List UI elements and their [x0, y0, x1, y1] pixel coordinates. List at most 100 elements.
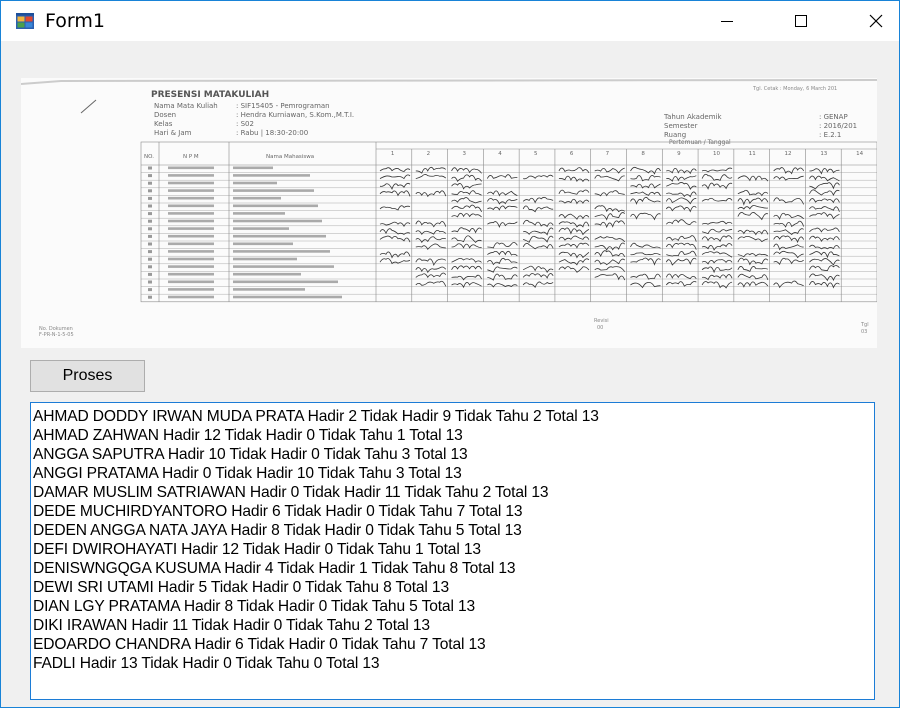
- npm-smudge: [168, 174, 214, 177]
- npm-smudge: [168, 280, 214, 284]
- row-number-smudge: [148, 212, 152, 216]
- meeting-number: 1: [391, 151, 395, 157]
- npm-smudge: [168, 196, 214, 200]
- info-value: : GENAP: [819, 113, 848, 121]
- name-smudge: [233, 257, 297, 261]
- footer-doc-value: F-PR-N-1-5-05: [39, 332, 74, 338]
- result-textbox[interactable]: AHMAD DODDY IRWAN MUDA PRATA Hadir 2 Tid…: [30, 402, 875, 700]
- name-smudge: [233, 265, 334, 268]
- name-smudge: [233, 204, 318, 208]
- name-smudge: [233, 166, 273, 170]
- col-no-header: NO.: [144, 154, 154, 160]
- npm-smudge: [168, 272, 214, 276]
- footer-date-label: Tgl: [860, 322, 869, 328]
- npm-smudge: [168, 181, 214, 185]
- sheet-heading: PRESENSI MATAKULIAH: [151, 90, 269, 100]
- npm-smudge: [168, 212, 214, 215]
- attendance-sheet-scan: PRESENSI MATAKULIAH Nama Mata Kuliah Dos…: [21, 78, 877, 348]
- attendance-sheet-image: PRESENSI MATAKULIAH Nama Mata Kuliah Dos…: [21, 78, 877, 348]
- info-value: : Hendra Kurniawan, S.Kom.,M.T.I.: [236, 111, 354, 119]
- row-number-smudge: [148, 265, 152, 269]
- proses-button[interactable]: Proses: [30, 360, 145, 392]
- npm-smudge: [168, 288, 214, 291]
- info-label: Semester: [664, 122, 698, 130]
- result-line: DEDEN ANGGA NATA JAYA Hadir 8 Tidak Hadi…: [33, 522, 522, 539]
- window-title: Form1: [45, 10, 105, 32]
- result-line: DIAN LGY PRATAMA Hadir 8 Tidak Hadir 0 T…: [33, 598, 475, 615]
- npm-smudge: [168, 295, 214, 299]
- minimize-button[interactable]: [704, 1, 750, 41]
- npm-smudge: [168, 166, 214, 170]
- name-smudge: [233, 189, 314, 192]
- row-number-smudge: [148, 204, 152, 208]
- info-value: : SIF15405 - Pemrograman: [236, 102, 330, 110]
- col-npm-header: N P M: [183, 154, 199, 160]
- info-value: : E.2.1: [819, 131, 841, 139]
- npm-smudge: [168, 227, 214, 230]
- row-number-smudge: [148, 196, 152, 200]
- row-number-smudge: [148, 250, 152, 254]
- name-smudge: [233, 250, 330, 253]
- meeting-number: 10: [713, 151, 720, 157]
- maximize-icon: [795, 15, 807, 27]
- meeting-number: 9: [677, 151, 681, 157]
- meeting-number: 5: [534, 151, 538, 157]
- footer-date-value: 03: [861, 329, 867, 335]
- title-bar[interactable]: Form1: [1, 1, 899, 41]
- result-line: FADLI Hadir 13 Tidak Hadir 0 Tidak Tahu …: [33, 655, 380, 672]
- npm-smudge: [168, 234, 214, 238]
- name-smudge: [233, 234, 326, 238]
- row-number-smudge: [148, 166, 152, 170]
- result-line: DIKI IRAWAN Hadir 11 Tidak Hadir 0 Tidak…: [33, 617, 430, 634]
- result-line: DENISWNGQGA KUSUMA Hadir 4 Tidak Hadir 1…: [33, 560, 516, 577]
- info-label: Tahun Akademik: [663, 113, 722, 121]
- name-smudge: [233, 288, 305, 291]
- result-line: AHMAD ZAHWAN Hadir 12 Tidak Hadir 0 Tida…: [33, 427, 463, 444]
- result-line: DEFI DWIROHAYATI Hadir 12 Tidak Hadir 0 …: [33, 541, 481, 558]
- close-icon: [869, 14, 883, 28]
- info-value: : 2016/201: [819, 122, 857, 130]
- maximize-button[interactable]: [778, 1, 824, 41]
- row-number-smudge: [148, 219, 152, 223]
- meeting-number: 11: [749, 151, 756, 157]
- col-name-header: Nama Mahasiswa: [266, 154, 314, 160]
- npm-smudge: [168, 257, 214, 261]
- result-line: ANGGI PRATAMA Hadir 0 Tidak Hadir 10 Tid…: [33, 465, 462, 482]
- name-smudge: [233, 272, 301, 276]
- name-smudge: [233, 174, 310, 177]
- name-smudge: [233, 196, 281, 200]
- row-number-smudge: [148, 280, 152, 284]
- meeting-number: 6: [570, 151, 574, 157]
- info-value: : Rabu | 18:30-20:00: [236, 129, 308, 137]
- meeting-number: 13: [820, 151, 827, 157]
- row-number-smudge: [148, 295, 152, 299]
- row-number-smudge: [148, 272, 152, 276]
- row-number-smudge: [148, 242, 152, 246]
- name-smudge: [233, 219, 322, 223]
- row-number-smudge: [148, 227, 152, 231]
- info-label: Dosen: [154, 111, 176, 119]
- npm-smudge: [168, 265, 214, 268]
- info-label: Ruang: [664, 131, 686, 139]
- npm-smudge: [168, 219, 214, 223]
- result-line: ANGGA SAPUTRA Hadir 10 Tidak Hadir 0 Tid…: [33, 446, 468, 463]
- print-date: Tgl. Cetak : Monday, 6 March 201: [752, 86, 837, 92]
- result-line: DEDE MUCHIRDYANTORO Hadir 6 Tidak Hadir …: [33, 503, 523, 520]
- name-smudge: [233, 280, 338, 284]
- close-button[interactable]: [853, 1, 899, 41]
- row-number-smudge: [148, 288, 152, 292]
- name-smudge: [233, 295, 342, 299]
- row-number-smudge: [148, 174, 152, 178]
- app-icon: [16, 13, 34, 29]
- meeting-number: 14: [856, 151, 863, 157]
- row-number-smudge: [148, 257, 152, 261]
- info-label: Nama Mata Kuliah: [154, 102, 218, 110]
- meeting-number: 7: [606, 151, 610, 157]
- row-number-smudge: [148, 189, 152, 193]
- npm-smudge: [168, 242, 214, 246]
- row-number-smudge: [148, 181, 152, 185]
- footer-revision-label: Revisi: [594, 318, 609, 324]
- name-smudge: [233, 242, 293, 246]
- result-line: DEWI SRI UTAMI Hadir 5 Tidak Hadir 0 Tid…: [33, 579, 449, 596]
- minimize-icon: [721, 21, 733, 22]
